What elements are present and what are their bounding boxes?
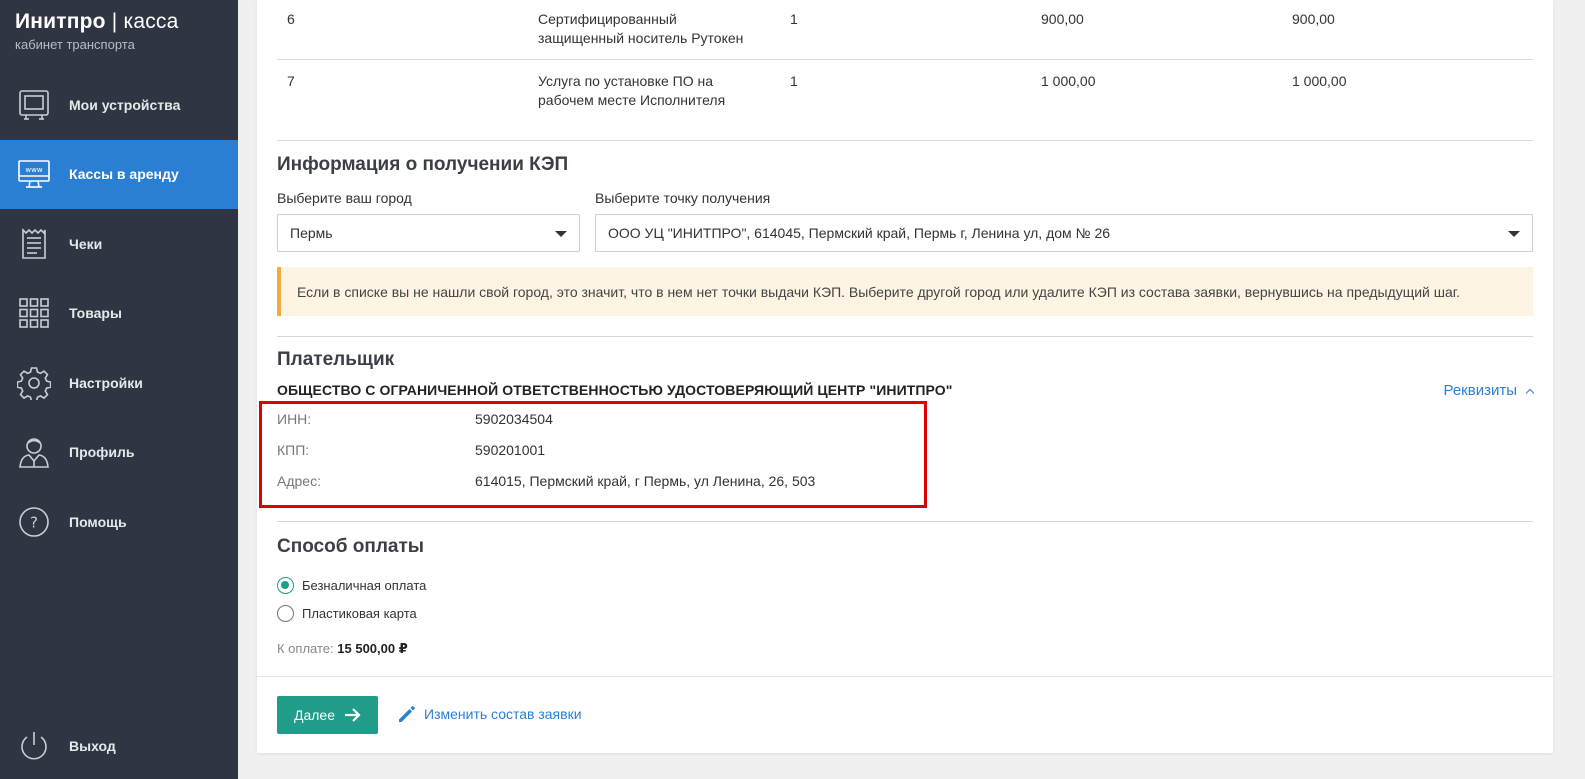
svg-text:?: ? xyxy=(30,513,38,531)
receipt-icon xyxy=(16,226,52,262)
payment-option-label: Пластиковая карта xyxy=(302,606,417,621)
kep-notice: Если в списке вы не нашли свой город, эт… xyxy=(277,267,1533,316)
row-sum: 1 000,00 xyxy=(1292,73,1347,89)
chevron-down-icon xyxy=(555,231,567,237)
row-quantity: 1 xyxy=(790,11,798,27)
table-row: 6 Сертифицированный защищенный носитель … xyxy=(277,0,1533,60)
logout-label: Выход xyxy=(69,738,116,754)
details-toggle-label: Реквизиты xyxy=(1443,382,1517,399)
city-select-value: Пермь xyxy=(290,225,333,241)
pickup-point-label: Выберите точку получения xyxy=(595,190,771,206)
sidebar-item-rent-registers[interactable]: www Кассы в аренду xyxy=(0,139,238,209)
brand: Инитпро | касса кабинет транспорта xyxy=(0,0,238,70)
kep-notice-text: Если в списке вы не нашли свой город, эт… xyxy=(297,283,1461,300)
payer-name: ОБЩЕСТВО С ОГРАНИЧЕННОЙ ОТВЕТСТВЕННОСТЬЮ… xyxy=(277,382,953,398)
row-price: 1 000,00 xyxy=(1041,73,1096,89)
total-amount: К оплате: 15 500,00 ₽ xyxy=(277,641,408,657)
grid-icon xyxy=(16,295,52,331)
next-button-label: Далее xyxy=(293,707,335,723)
edit-order-label: Изменить состав заявки xyxy=(424,706,582,722)
divider xyxy=(277,521,1533,522)
address-label: Адрес: xyxy=(277,473,321,489)
brand-subtitle: кабинет транспорта xyxy=(15,37,135,52)
sidebar-item-label: Мои устройства xyxy=(69,96,181,113)
logout-button[interactable]: Выход xyxy=(0,713,238,779)
radio-button-checked[interactable] xyxy=(277,577,294,594)
chevron-up-icon xyxy=(1525,388,1535,397)
payment-option-label: Безналичная оплата xyxy=(302,578,427,593)
sidebar-item-receipts[interactable]: Чеки xyxy=(0,209,238,279)
sidebar-item-label: Настройки xyxy=(69,374,143,391)
sidebar-item-devices[interactable]: Мои устройства xyxy=(0,70,238,140)
address-value: 614015, Пермский край, г Пермь, ул Ленин… xyxy=(475,473,816,489)
pencil-icon xyxy=(399,706,415,722)
edit-order-link[interactable]: Изменить состав заявки xyxy=(397,704,582,724)
row-number: 7 xyxy=(287,73,295,89)
device-icon xyxy=(16,87,52,123)
arrow-right-icon xyxy=(345,708,361,722)
row-name: Услуга по установке ПО на рабочем месте … xyxy=(538,72,768,110)
brand-product: касса xyxy=(123,10,179,33)
sidebar-item-profile[interactable]: Профиль xyxy=(0,418,238,488)
row-quantity: 1 xyxy=(790,73,798,89)
pickup-point-select-value: ООО УЦ "ИНИТПРО", 614045, Пермский край,… xyxy=(608,225,1111,241)
total-value: 15 500,00 ₽ xyxy=(337,641,408,656)
sidebar-item-label: Чеки xyxy=(69,235,103,252)
payment-section-title: Способ оплаты xyxy=(277,536,424,557)
row-name-line1: Услуга по установке ПО на xyxy=(538,73,714,89)
www-monitor-icon: www xyxy=(16,156,52,192)
power-icon xyxy=(16,728,52,764)
city-select[interactable]: Пермь xyxy=(277,214,580,252)
chevron-down-icon xyxy=(1508,231,1520,237)
sidebar-item-settings[interactable]: Настройки xyxy=(0,348,238,418)
main-card: 6 Сертифицированный защищенный носитель … xyxy=(257,0,1553,753)
pickup-point-select[interactable]: ООО УЦ "ИНИТПРО", 614045, Пермский край,… xyxy=(595,214,1533,252)
sidebar-item-label: Кассы в аренду xyxy=(69,166,179,183)
row-name-line1: Сертифицированный xyxy=(538,11,677,27)
inn-label: ИНН: xyxy=(277,411,312,427)
details-toggle-link[interactable]: Реквизиты xyxy=(1443,382,1535,399)
brand-name: Инитпро xyxy=(15,10,106,33)
brand-separator: | xyxy=(111,10,118,33)
row-name-line2: защищенный носитель Рутокен xyxy=(538,30,744,46)
row-name-line2: рабочем месте Исполнителя xyxy=(538,92,726,108)
sidebar-item-label: Помощь xyxy=(69,513,127,530)
user-icon xyxy=(16,434,52,470)
row-number: 6 xyxy=(287,11,295,27)
help-icon: ? xyxy=(16,504,52,540)
row-name: Сертифицированный защищенный носитель Ру… xyxy=(538,10,768,48)
divider xyxy=(257,676,1553,677)
highlight-box xyxy=(259,401,927,508)
sidebar-item-label: Товары xyxy=(69,305,122,322)
inn-value: 5902034504 xyxy=(475,411,553,427)
next-button[interactable]: Далее xyxy=(277,696,378,734)
city-label: Выберите ваш город xyxy=(277,190,412,206)
svg-text:www: www xyxy=(25,166,42,174)
sidebar-item-help[interactable]: ? Помощь xyxy=(0,487,238,557)
kpp-value: 590201001 xyxy=(475,442,546,458)
sidebar: Инитпро | касса кабинет транспорта Мои у… xyxy=(0,0,238,779)
gear-icon xyxy=(16,365,52,401)
sidebar-item-label: Профиль xyxy=(69,444,135,461)
row-sum: 900,00 xyxy=(1292,11,1335,27)
divider xyxy=(277,336,1533,337)
payment-option-cashless[interactable]: Безналичная оплата xyxy=(277,577,426,594)
payer-section-title: Плательщик xyxy=(277,349,395,370)
total-label: К оплате: xyxy=(277,641,334,656)
table-row: 7 Услуга по установке ПО на рабочем мест… xyxy=(277,60,1533,141)
sidebar-nav: Мои устройства www Кассы в аренду Чеки Т… xyxy=(0,70,238,557)
payment-option-card[interactable]: Пластиковая карта xyxy=(277,605,417,622)
kep-section-title: Информация о получении КЭП xyxy=(277,154,569,175)
kpp-label: КПП: xyxy=(277,442,310,458)
app-logo-title: Инитпро | касса xyxy=(15,10,238,34)
sidebar-item-goods[interactable]: Товары xyxy=(0,279,238,349)
row-price: 900,00 xyxy=(1041,11,1084,27)
radio-button[interactable] xyxy=(277,605,294,622)
